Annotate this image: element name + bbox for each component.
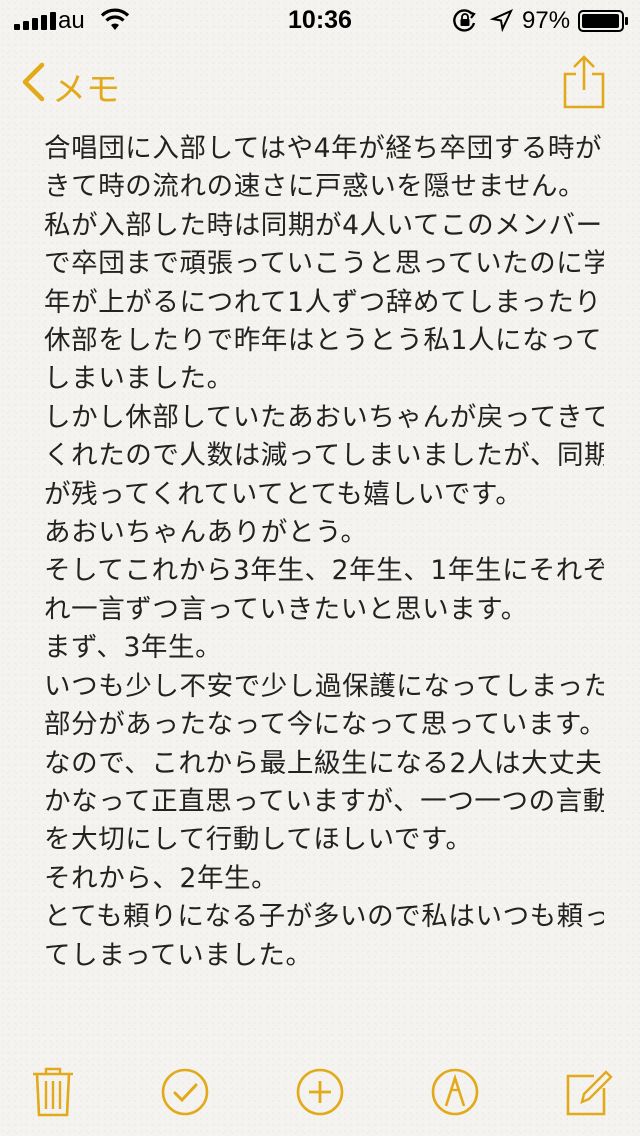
note-line: しかし休部していたあおいちゃんが戻ってきて bbox=[44, 401, 604, 433]
note-line: れ一言ずつ言っていきたいと思います。 bbox=[44, 593, 528, 625]
orientation-lock-icon bbox=[452, 8, 478, 41]
status-bar: au 10:36 97% bbox=[0, 0, 640, 40]
note-line: あおいちゃんありがとう。 bbox=[44, 517, 368, 549]
location-icon bbox=[489, 8, 514, 39]
note-body[interactable]: 合唱団に入部してはや4年が経ち卒団する時が きて時の流れの速さに戸惑いを隠せません… bbox=[44, 130, 604, 1045]
share-icon[interactable] bbox=[562, 54, 606, 114]
markup-icon[interactable] bbox=[430, 1066, 480, 1118]
note-line: きて時の流れの速さに戸惑いを隠せません。 bbox=[44, 171, 586, 203]
note-line: 私が入部した時は同期が4人いてこのメンバー bbox=[44, 209, 603, 241]
note-line: なので、これから最上級生になる2人は大丈夫 bbox=[44, 747, 603, 779]
note-line: とても頼りになる子が多いので私はいつも頼っ bbox=[44, 901, 604, 933]
note-line: を大切にして行動してほしいです。 bbox=[44, 824, 473, 856]
note-line: まず、3年生。 bbox=[44, 632, 223, 664]
note-line: てしまっていました。 bbox=[44, 939, 313, 971]
note-line: そしてこれから3年生、2年生、1年生にそれぞ bbox=[44, 555, 604, 587]
note-line: が残ってくれていてとても嬉しいです。 bbox=[44, 478, 523, 510]
note-line: 合唱団に入部してはや4年が経ち卒団する時が bbox=[44, 133, 603, 164]
back-button[interactable]: メモ bbox=[20, 62, 120, 111]
checklist-icon[interactable] bbox=[160, 1066, 210, 1118]
note-line: 部分があったなって今になって思っています。 bbox=[44, 709, 604, 741]
nav-bar: メモ bbox=[0, 40, 640, 128]
trash-icon[interactable] bbox=[28, 1066, 78, 1118]
bottom-toolbar bbox=[0, 1048, 640, 1136]
note-line: かなって正直思っていますが、一つ一つの言動 bbox=[44, 785, 604, 817]
note-line: 休部をしたりで昨年はとうとう私1人になって bbox=[44, 325, 603, 357]
note-line: しまいました。 bbox=[44, 363, 234, 395]
back-label: メモ bbox=[52, 70, 120, 110]
note-line: 年が上がるにつれて1人ずつ辞めてしまったり bbox=[44, 286, 602, 318]
note-line: いつも少し不安で少し過保護になってしまった bbox=[44, 670, 604, 702]
note-line: それから、2年生。 bbox=[44, 862, 279, 894]
chevron-left-icon bbox=[20, 62, 46, 111]
battery-percent: 97% bbox=[522, 7, 571, 34]
add-icon[interactable] bbox=[295, 1066, 345, 1118]
note-line: くれたので人数は減ってしまいましたが、同期 bbox=[44, 440, 604, 472]
battery-icon bbox=[578, 10, 630, 39]
compose-icon[interactable] bbox=[564, 1066, 614, 1118]
note-line: で卒団まで頑張っていこうと思っていたのに学 bbox=[44, 248, 604, 280]
